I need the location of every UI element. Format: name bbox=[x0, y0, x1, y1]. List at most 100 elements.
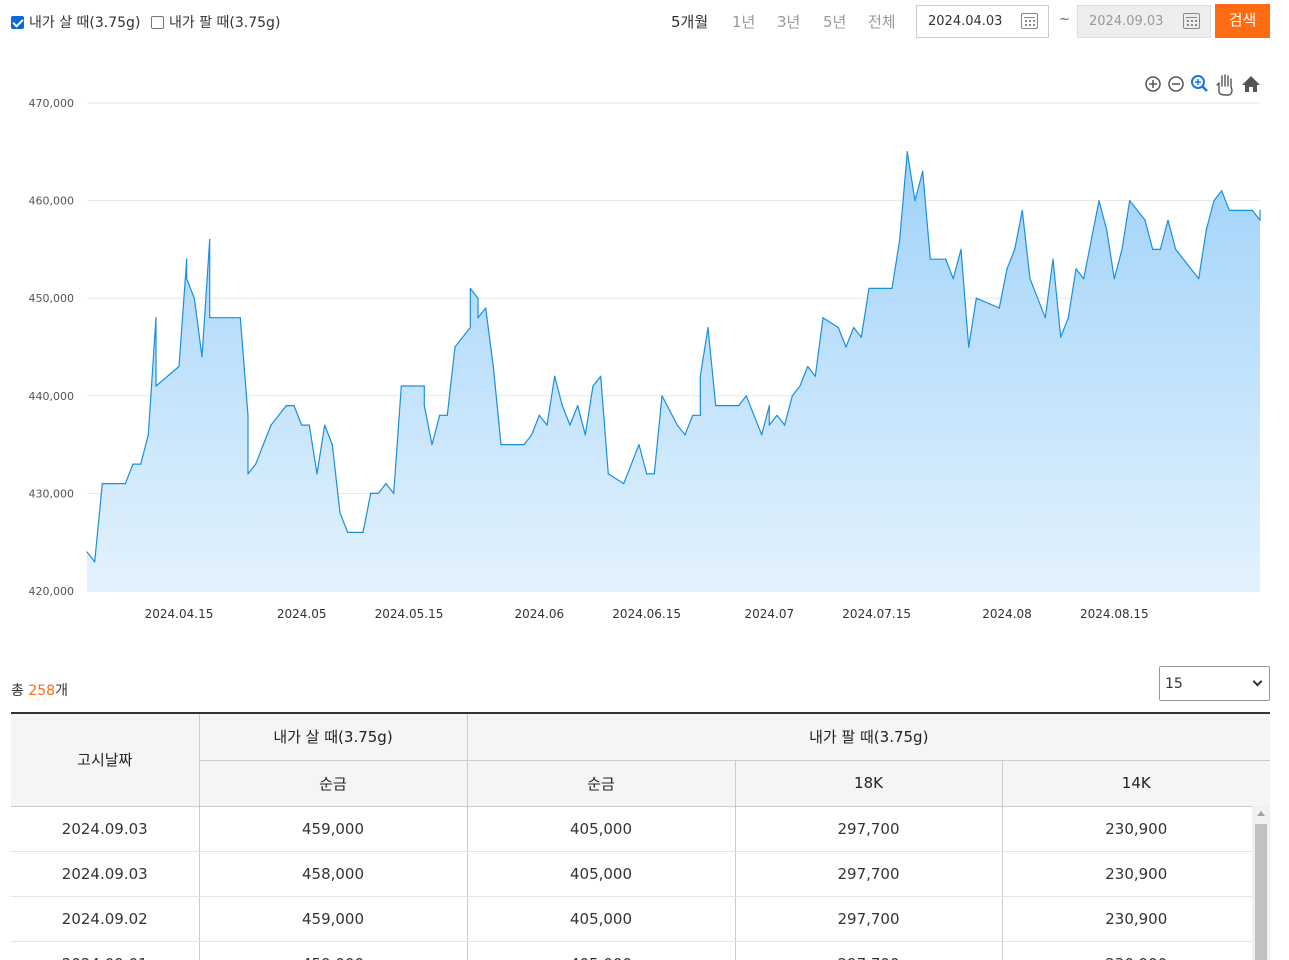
data-point bbox=[738, 404, 740, 407]
data-point bbox=[124, 483, 126, 485]
scrollbar-thumb[interactable] bbox=[1255, 824, 1267, 960]
zoom-in-icon[interactable] bbox=[1145, 76, 1161, 92]
cell-sell-pure: 405,000 bbox=[466, 851, 735, 897]
data-point bbox=[998, 307, 1000, 309]
cell-sell-18k: 297,700 bbox=[734, 806, 1002, 852]
data-point bbox=[186, 258, 188, 260]
data-point bbox=[247, 473, 249, 475]
period-5-years[interactable]: 5년 bbox=[823, 11, 846, 32]
cell-sell-14k: 230,900 bbox=[1001, 851, 1270, 897]
data-point bbox=[1021, 209, 1023, 211]
end-date-value: 2024.09.03 bbox=[1089, 14, 1164, 29]
data-point bbox=[1175, 248, 1177, 250]
data-point bbox=[508, 444, 510, 446]
y-tick-label: 440,000 bbox=[29, 390, 75, 403]
cell-date: 2024.09.02 bbox=[11, 896, 199, 942]
table-row: 2024.09.01 459,000 405,000 297,700 230,9… bbox=[11, 941, 1270, 960]
data-point bbox=[960, 248, 962, 250]
data-point bbox=[370, 492, 372, 494]
magnifier-icon[interactable] bbox=[1191, 75, 1208, 92]
data-point bbox=[1006, 268, 1008, 270]
calendar-icon[interactable] bbox=[1021, 13, 1038, 29]
pan-hand-icon[interactable] bbox=[1216, 74, 1233, 96]
period-5-months[interactable]: 5개월 bbox=[671, 11, 708, 32]
data-point bbox=[1167, 219, 1169, 221]
search-button[interactable]: 검색 bbox=[1215, 4, 1270, 38]
data-point bbox=[377, 492, 379, 494]
data-point bbox=[799, 385, 801, 387]
chart-toolbar bbox=[1145, 74, 1260, 96]
buy-checkbox-label: 내가 살 때(3.75g) bbox=[29, 15, 141, 31]
scroll-up-arrow-icon[interactable] bbox=[1257, 811, 1265, 816]
data-point bbox=[1152, 248, 1154, 250]
data-point bbox=[86, 551, 88, 553]
x-tick-label: 2024.07 bbox=[745, 607, 795, 621]
data-point bbox=[768, 424, 770, 426]
data-point bbox=[569, 424, 571, 426]
data-point bbox=[1198, 278, 1200, 280]
data-point bbox=[1014, 248, 1016, 250]
data-point bbox=[423, 385, 425, 387]
data-point bbox=[1121, 248, 1123, 250]
cell-date: 2024.09.03 bbox=[11, 851, 199, 897]
sell-price-checkbox[interactable]: 내가 팔 때(3.75g) bbox=[151, 12, 280, 32]
data-point bbox=[1144, 219, 1146, 221]
data-point bbox=[347, 531, 349, 534]
page-size-select[interactable]: 15 bbox=[1159, 666, 1270, 701]
data-point bbox=[439, 414, 441, 416]
data-point bbox=[393, 492, 395, 494]
data-point bbox=[914, 200, 916, 202]
data-point bbox=[761, 434, 763, 436]
home-icon[interactable] bbox=[1242, 76, 1260, 92]
table-row: 2024.09.02 459,000 405,000 297,700 230,9… bbox=[11, 896, 1270, 942]
period-3-years[interactable]: 3년 bbox=[777, 11, 800, 32]
calendar-icon bbox=[1183, 13, 1200, 29]
data-point bbox=[929, 258, 931, 260]
header-buy-pure-gold: 순금 bbox=[198, 760, 467, 807]
data-point bbox=[676, 424, 678, 426]
x-axis: 2024.04.15 2024.05 2024.05.15 2024.06 2024.0… bbox=[145, 607, 1149, 621]
sell-checkbox-box[interactable] bbox=[151, 15, 164, 29]
data-point bbox=[952, 278, 954, 280]
x-tick-label: 2024.04.15 bbox=[145, 607, 214, 621]
data-point bbox=[768, 404, 770, 407]
data-point bbox=[101, 483, 103, 485]
data-point bbox=[1060, 336, 1062, 338]
data-point bbox=[607, 473, 609, 475]
header-buy-group: 내가 살 때(3.75g) bbox=[198, 714, 467, 761]
x-tick-label: 2024.05.15 bbox=[375, 607, 444, 621]
x-tick-label: 2024.06.15 bbox=[612, 607, 681, 621]
data-point bbox=[523, 444, 525, 446]
data-point bbox=[906, 151, 908, 153]
data-point bbox=[1259, 209, 1261, 211]
cell-buy-pure: 459,000 bbox=[198, 896, 467, 942]
data-point bbox=[469, 287, 471, 290]
data-point bbox=[546, 424, 548, 426]
date-range-separator: ~ bbox=[1059, 12, 1070, 27]
data-point bbox=[255, 463, 257, 465]
data-point bbox=[853, 326, 855, 329]
data-point bbox=[454, 346, 456, 348]
data-point bbox=[193, 297, 195, 299]
data-point bbox=[922, 170, 924, 172]
data-point bbox=[577, 404, 579, 407]
period-all[interactable]: 전체 bbox=[868, 11, 896, 32]
data-point bbox=[623, 483, 625, 485]
zoom-out-icon[interactable] bbox=[1168, 76, 1184, 92]
data-point bbox=[293, 404, 295, 407]
data-point bbox=[554, 375, 556, 377]
data-point bbox=[1205, 229, 1207, 231]
data-point bbox=[362, 531, 364, 534]
cell-sell-pure: 405,000 bbox=[466, 896, 735, 942]
buy-checkbox-box[interactable] bbox=[11, 15, 24, 29]
period-1-year[interactable]: 1년 bbox=[732, 11, 755, 32]
end-date-field: 2024.09.03 bbox=[1077, 5, 1211, 38]
table-scrollbar[interactable] bbox=[1252, 806, 1270, 960]
data-point bbox=[469, 326, 471, 329]
data-point bbox=[209, 317, 211, 319]
data-point bbox=[531, 434, 533, 436]
data-point bbox=[385, 483, 387, 485]
data-point bbox=[1251, 209, 1253, 211]
start-date-field[interactable]: 2024.04.03 bbox=[916, 5, 1049, 38]
buy-price-checkbox[interactable]: 내가 살 때(3.75g) bbox=[11, 12, 140, 32]
